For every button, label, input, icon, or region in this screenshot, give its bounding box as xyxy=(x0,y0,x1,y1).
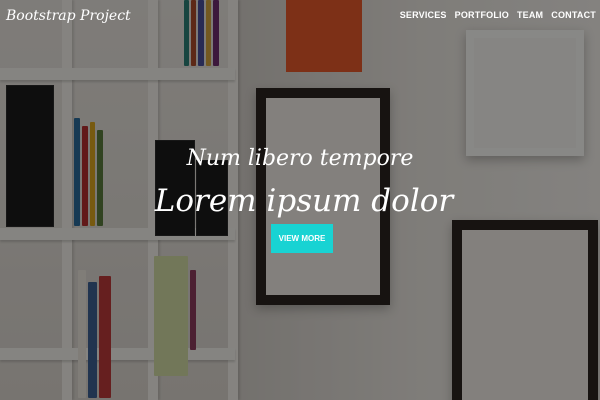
brand-link[interactable]: Bootstrap Project xyxy=(6,8,131,24)
hero-subheading: Num libero tempore xyxy=(186,146,414,171)
navbar: Bootstrap Project SERVICES PORTFOLIO TEA… xyxy=(0,0,600,32)
nav-link-services[interactable]: SERVICES xyxy=(400,10,447,20)
hero-heading: Lorem ipsum dolor xyxy=(154,183,454,219)
nav-link-contact[interactable]: CONTACT xyxy=(551,10,596,20)
nav-link-team[interactable]: TEAM xyxy=(517,10,543,20)
nav-link-portfolio[interactable]: PORTFOLIO xyxy=(455,10,509,20)
view-more-button[interactable]: VIEW MORE xyxy=(271,224,333,253)
nav-links: SERVICES PORTFOLIO TEAM CONTACT xyxy=(400,10,596,20)
